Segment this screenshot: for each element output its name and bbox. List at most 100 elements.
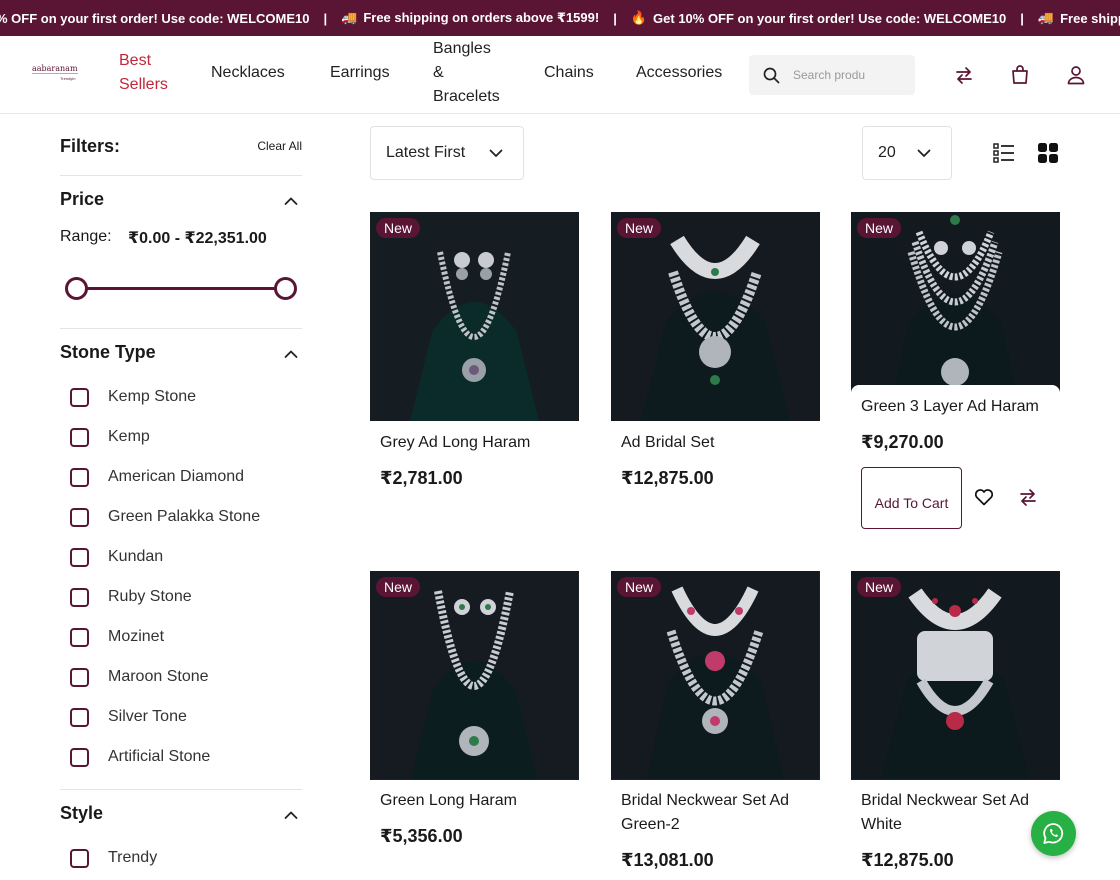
price-slider-max-handle[interactable] xyxy=(274,277,297,300)
logo-underline xyxy=(32,73,78,74)
grid-view-icon[interactable] xyxy=(1037,142,1059,164)
truck-icon: 🚚 xyxy=(1037,10,1055,25)
filter-option[interactable]: Kundan xyxy=(70,546,163,568)
filter-option-label: Trendy xyxy=(108,849,158,866)
per-page-select[interactable]: 20 xyxy=(862,126,952,180)
filters-title: Filters: xyxy=(60,136,121,156)
product-image[interactable]: New xyxy=(851,571,1060,780)
filter-option-label: American Diamond xyxy=(108,468,245,485)
new-badge: New xyxy=(617,577,662,597)
filter-option[interactable]: American Diamond xyxy=(70,466,244,488)
product-image[interactable]: New xyxy=(611,571,820,780)
sort-select[interactable]: Latest First xyxy=(370,126,524,180)
announcement-text: % OFF on your first order! Use code: WEL… xyxy=(0,10,310,26)
product-name[interactable]: Ad Bridal Set xyxy=(621,431,816,455)
chevron-up-icon[interactable] xyxy=(284,349,298,359)
nav-bangles-bracelets[interactable]: Bangles & Bracelets xyxy=(433,37,503,109)
product-price: ₹5,356.00 xyxy=(380,826,463,846)
filter-option-label: Maroon Stone xyxy=(108,668,209,685)
filters-sidebar: Filters: Clear All Price Range: ₹0.00 - … xyxy=(60,114,302,880)
filter-option[interactable]: Green Palakka Stone xyxy=(70,506,260,528)
site-header: aabaranam Trendyin Best Sellers Necklace… xyxy=(0,36,1120,114)
filter-option-label: Kemp Stone xyxy=(108,388,197,405)
checkbox[interactable] xyxy=(70,587,89,607)
product-image[interactable]: New xyxy=(611,212,820,421)
price-slider-track[interactable] xyxy=(76,287,286,290)
filter-option-label: Silver Tone xyxy=(108,708,187,725)
new-badge: New xyxy=(617,218,662,238)
checkbox[interactable] xyxy=(70,427,89,447)
checkbox[interactable] xyxy=(70,667,89,687)
new-badge: New xyxy=(857,577,902,597)
nav-chains[interactable]: Chains xyxy=(544,61,594,85)
nav-earrings[interactable]: Earrings xyxy=(330,61,390,85)
checkbox[interactable] xyxy=(70,387,89,407)
brand-logo[interactable]: aabaranam Trendyin xyxy=(32,64,82,86)
checkbox[interactable] xyxy=(70,547,89,567)
checkbox[interactable] xyxy=(70,467,89,487)
nav-best-sellers[interactable]: Best Sellers xyxy=(119,49,179,97)
new-badge: New xyxy=(376,218,421,238)
filter-option-label: Artificial Stone xyxy=(108,748,211,765)
necklace-photo xyxy=(611,571,819,779)
product-name[interactable]: Grey Ad Long Haram xyxy=(380,431,575,455)
filter-option[interactable]: Maroon Stone xyxy=(70,666,209,688)
filter-option[interactable]: Trendy xyxy=(70,847,157,869)
filter-option[interactable]: Ruby Stone xyxy=(70,586,192,608)
bag-icon[interactable] xyxy=(1009,64,1031,86)
checkbox[interactable] xyxy=(70,507,89,527)
compare-icon[interactable] xyxy=(953,64,975,86)
logo-wordmark: aabaranam xyxy=(32,64,78,73)
checkbox[interactable] xyxy=(70,848,89,868)
chevron-down-icon xyxy=(917,149,931,157)
new-badge: New xyxy=(376,577,421,597)
filter-option[interactable]: Kemp xyxy=(70,426,150,448)
product-image[interactable]: New xyxy=(370,212,579,421)
price-filter-title[interactable]: Price xyxy=(60,189,104,210)
style-filter-title[interactable]: Style xyxy=(60,803,103,824)
per-page-value: 20 xyxy=(878,144,896,161)
add-to-cart-button[interactable]: Add To Cart xyxy=(861,467,962,529)
list-view-icon[interactable] xyxy=(993,142,1015,164)
filter-option[interactable]: Silver Tone xyxy=(70,706,187,728)
filter-option[interactable]: Kemp Stone xyxy=(70,386,196,408)
announcement-separator: | xyxy=(323,10,328,26)
whatsapp-icon xyxy=(1043,823,1064,844)
product-price: ₹12,875.00 xyxy=(621,468,714,488)
filter-option-label: Kemp xyxy=(108,428,150,445)
heart-icon[interactable] xyxy=(973,486,995,508)
divider xyxy=(60,328,302,329)
stone-type-filter-title[interactable]: Stone Type xyxy=(60,342,156,363)
search-icon[interactable] xyxy=(763,67,780,84)
necklace-photo xyxy=(370,212,579,421)
new-badge: New xyxy=(857,218,902,238)
product-price: ₹12,875.00 xyxy=(861,850,954,870)
filter-option[interactable]: Artificial Stone xyxy=(70,746,210,768)
filter-option[interactable]: Mozinet xyxy=(70,626,164,648)
product-name[interactable]: Bridal Neckwear Set Ad Green-2 xyxy=(621,789,816,837)
divider xyxy=(60,175,302,176)
price-range-label: Range: xyxy=(60,228,112,245)
product-name[interactable]: Bridal Neckwear Set Ad White xyxy=(861,789,1056,837)
checkbox[interactable] xyxy=(70,747,89,767)
product-image[interactable]: New xyxy=(370,571,579,780)
announcement-bar: % OFF on your first order! Use code: WEL… xyxy=(0,0,1120,36)
user-icon[interactable] xyxy=(1065,64,1087,86)
checkbox[interactable] xyxy=(70,627,89,647)
necklace-photo xyxy=(851,571,1060,779)
chevron-up-icon[interactable] xyxy=(284,196,298,206)
clear-all-button[interactable]: Clear All xyxy=(257,139,302,153)
filter-option-label: Mozinet xyxy=(108,628,165,645)
checkbox[interactable] xyxy=(70,707,89,727)
search-input[interactable] xyxy=(793,65,905,85)
product-price: ₹9,270.00 xyxy=(861,432,944,452)
sort-value: Latest First xyxy=(386,144,466,161)
product-name[interactable]: Green Long Haram xyxy=(380,789,575,813)
price-slider-min-handle[interactable] xyxy=(65,277,88,300)
chevron-up-icon[interactable] xyxy=(284,810,298,820)
whatsapp-button[interactable] xyxy=(1031,811,1076,856)
nav-necklaces[interactable]: Necklaces xyxy=(211,61,285,85)
compare-icon[interactable] xyxy=(1017,486,1039,508)
product-name[interactable]: Green 3 Layer Ad Haram xyxy=(861,395,1056,419)
nav-accessories[interactable]: Accessories xyxy=(636,61,722,85)
